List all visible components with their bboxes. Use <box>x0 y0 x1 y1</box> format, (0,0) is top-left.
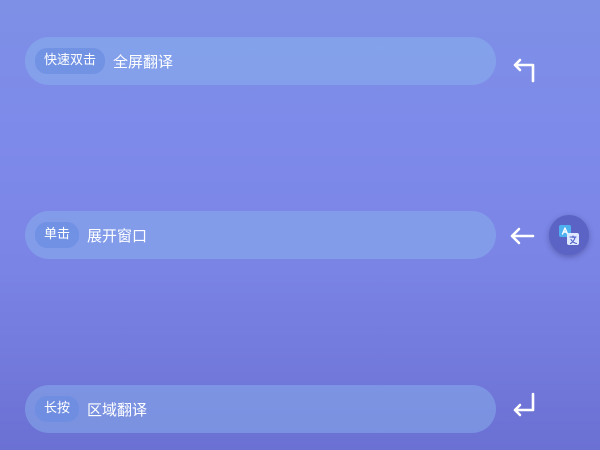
floating-translate-button[interactable] <box>549 215 589 255</box>
gesture-row-single-tap: 单击 展开窗口 <box>25 211 496 259</box>
left-arrow-icon <box>510 227 535 245</box>
trigger-badge: 长按 <box>35 396 80 422</box>
action-label: 全屏翻译 <box>113 52 174 71</box>
gesture-row-long-press: 长按 区域翻译 <box>25 385 496 433</box>
action-label: 区域翻译 <box>87 400 148 419</box>
action-label: 展开窗口 <box>87 226 148 245</box>
corner-up-left-arrow-icon <box>513 58 535 83</box>
corner-down-left-arrow-icon <box>513 392 535 417</box>
translate-icon <box>559 225 579 245</box>
gesture-row-double-tap: 快速双击 全屏翻译 <box>25 37 496 85</box>
trigger-badge: 单击 <box>35 222 80 248</box>
trigger-badge: 快速双击 <box>35 48 106 74</box>
